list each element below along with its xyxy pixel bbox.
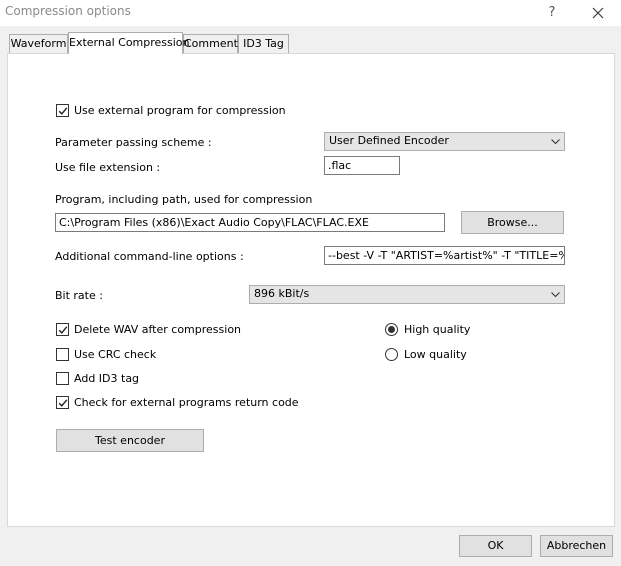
program-label: Program, including path, used for compre… bbox=[55, 193, 313, 206]
checkmark-icon bbox=[58, 326, 68, 334]
param-scheme-value: User Defined Encoder bbox=[329, 134, 449, 147]
crc-check-checkbox[interactable] bbox=[56, 348, 69, 361]
close-icon bbox=[592, 7, 604, 19]
bitrate-label: Bit rate : bbox=[55, 289, 103, 302]
use-external-checkbox[interactable] bbox=[56, 104, 69, 117]
ok-button[interactable]: OK bbox=[459, 535, 532, 557]
tab-waveform[interactable]: Waveform bbox=[9, 34, 68, 53]
cmdline-input[interactable]: --best -V -T "ARTIST=%artist%" -T "TITLE… bbox=[324, 246, 565, 265]
checkmark-icon bbox=[58, 107, 68, 115]
tab-id3-tag[interactable]: ID3 Tag bbox=[238, 34, 289, 53]
title-bar: Compression options ? bbox=[0, 0, 621, 26]
delete-wav-checkbox[interactable] bbox=[56, 323, 69, 336]
low-quality-radio[interactable] bbox=[385, 348, 398, 361]
browse-button[interactable]: Browse... bbox=[461, 211, 564, 234]
program-path-input[interactable]: C:\Program Files (x86)\Exact Audio Copy\… bbox=[55, 213, 445, 232]
tab-external-compression[interactable]: External Compression bbox=[68, 32, 190, 54]
help-button[interactable]: ? bbox=[542, 3, 562, 23]
high-quality-label: High quality bbox=[404, 323, 471, 336]
file-ext-input[interactable]: .flac bbox=[324, 156, 400, 175]
cmdline-label: Additional command-line options : bbox=[55, 250, 244, 263]
add-id3-label: Add ID3 tag bbox=[74, 372, 140, 385]
cancel-button[interactable]: Abbrechen bbox=[540, 535, 613, 557]
test-encoder-button[interactable]: Test encoder bbox=[56, 429, 204, 452]
radio-selected-dot bbox=[388, 326, 395, 333]
chevron-down-icon bbox=[551, 139, 560, 145]
close-button[interactable] bbox=[586, 2, 610, 24]
param-scheme-label: Parameter passing scheme : bbox=[55, 136, 212, 149]
crc-check-label: Use CRC check bbox=[74, 348, 157, 361]
checkmark-icon bbox=[58, 399, 68, 407]
param-scheme-select[interactable]: User Defined Encoder bbox=[324, 132, 565, 151]
low-quality-label: Low quality bbox=[404, 348, 467, 361]
file-ext-label: Use file extension : bbox=[55, 161, 161, 174]
bitrate-value: 896 kBit/s bbox=[254, 287, 310, 300]
return-code-checkbox[interactable] bbox=[56, 396, 69, 409]
return-code-label: Check for external programs return code bbox=[74, 396, 299, 409]
chevron-down-icon bbox=[551, 292, 560, 298]
high-quality-radio[interactable] bbox=[385, 323, 398, 336]
tab-comment[interactable]: Comment bbox=[183, 34, 238, 53]
use-external-label: Use external program for compression bbox=[74, 104, 286, 117]
add-id3-checkbox[interactable] bbox=[56, 372, 69, 385]
bitrate-select[interactable]: 896 kBit/s bbox=[249, 285, 565, 304]
window-title: Compression options bbox=[5, 4, 131, 18]
delete-wav-label: Delete WAV after compression bbox=[74, 323, 242, 336]
